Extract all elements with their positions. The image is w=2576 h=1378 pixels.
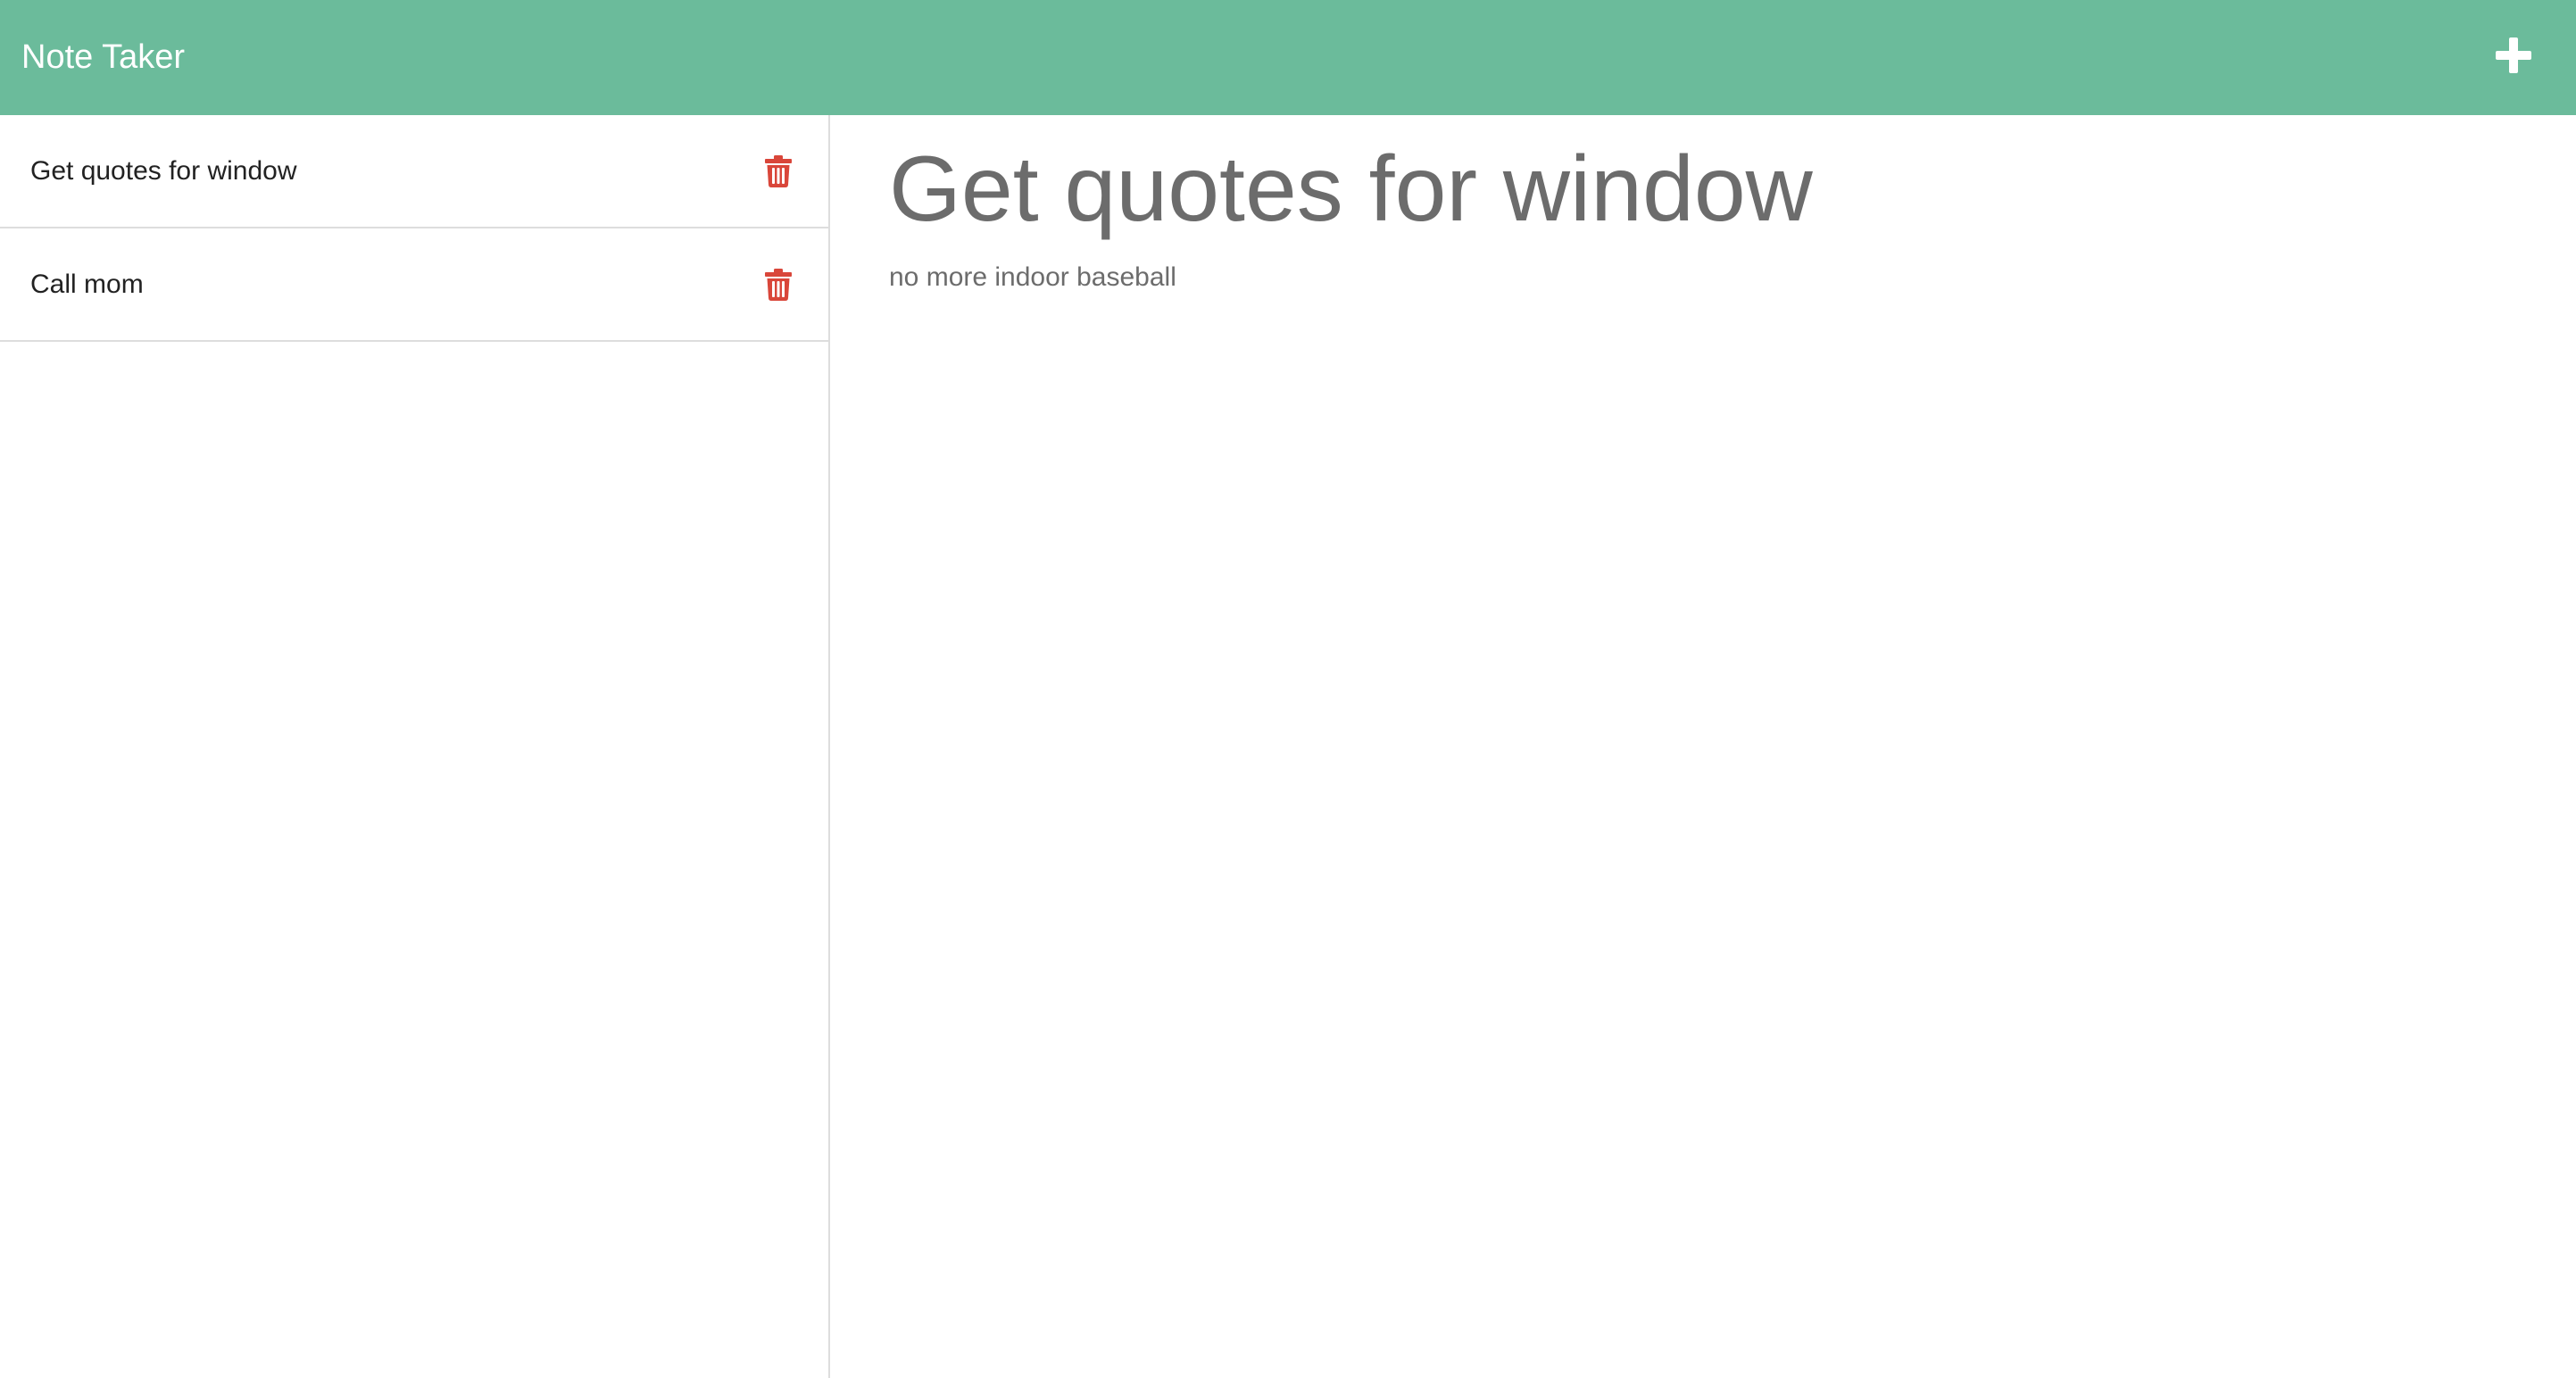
plus-icon bbox=[2496, 37, 2531, 73]
note-list-item-title: Call mom bbox=[30, 269, 144, 299]
app-title: Note Taker bbox=[21, 38, 186, 76]
note-list: Get quotes for window Call mom bbox=[0, 115, 828, 342]
navbar: Note Taker bbox=[0, 0, 2576, 115]
note-body-textarea[interactable]: no more indoor baseball bbox=[889, 260, 2519, 1241]
delete-note-button[interactable] bbox=[760, 152, 796, 191]
new-note-button[interactable] bbox=[2487, 29, 2540, 82]
note-list-item-title: Get quotes for window bbox=[30, 155, 297, 186]
delete-note-button[interactable] bbox=[760, 265, 796, 304]
trash-icon bbox=[765, 154, 792, 187]
trash-icon bbox=[765, 268, 792, 301]
note-title-input[interactable] bbox=[889, 131, 2519, 247]
note-list-item[interactable]: Get quotes for window bbox=[0, 115, 828, 228]
note-editor: no more indoor baseball bbox=[832, 115, 2576, 1378]
note-list-item[interactable]: Call mom bbox=[0, 228, 828, 342]
notes-sidebar: Get quotes for window Call mom bbox=[0, 115, 830, 1378]
